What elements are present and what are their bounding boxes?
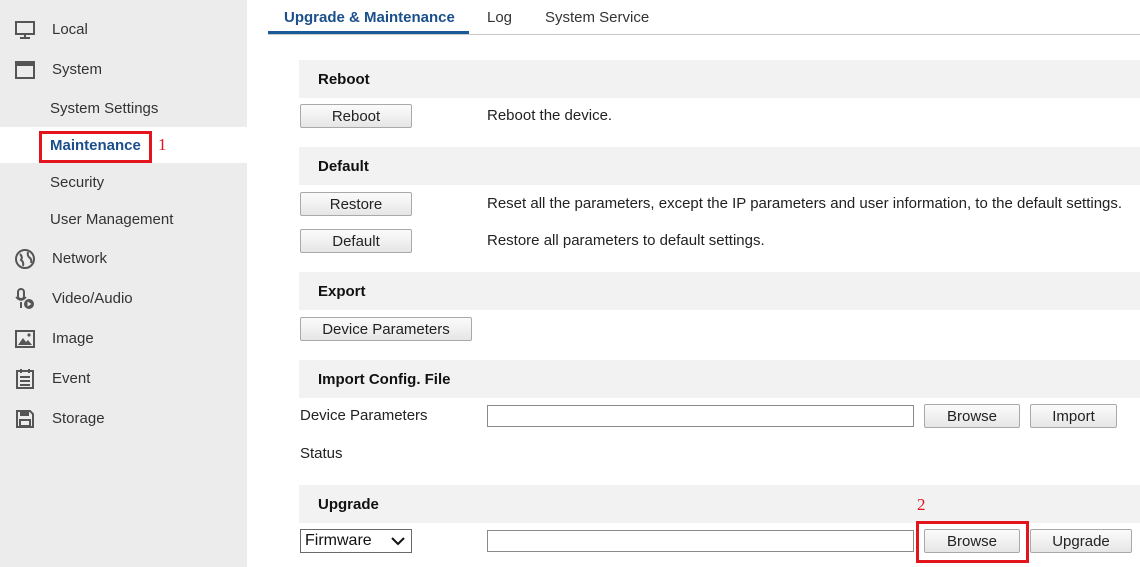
- sidebar-subitem-label: Security: [50, 173, 105, 191]
- globe-icon: [14, 248, 36, 270]
- monitor-icon: [14, 19, 36, 41]
- import-button[interactable]: Import: [1030, 404, 1117, 428]
- default-button[interactable]: Default: [300, 229, 412, 253]
- floppy-disk-icon: [14, 408, 36, 430]
- sidebar-item-network[interactable]: Network: [0, 240, 247, 276]
- restore-description: Reset all the parameters, except the IP …: [487, 195, 1123, 212]
- reboot-description: Reboot the device.: [487, 107, 613, 124]
- reboot-button[interactable]: Reboot: [300, 104, 412, 128]
- annotation-number-2: 2: [917, 495, 926, 514]
- microphone-camera-icon: [14, 288, 36, 310]
- sidebar-item-label: Image: [52, 329, 94, 347]
- sidebar-subitem-system-settings[interactable]: System Settings: [0, 90, 247, 126]
- image-icon: [14, 328, 36, 350]
- sidebar-subitem-user-management[interactable]: User Management: [0, 201, 247, 237]
- sidebar-subitem-label: System Settings: [50, 99, 159, 117]
- chevron-down-icon: [391, 537, 405, 546]
- tab-upgrade-maintenance[interactable]: Upgrade & Maintenance: [284, 0, 455, 34]
- section-title-import-config: Import Config. File: [299, 360, 1140, 398]
- sidebar-item-label: Event: [52, 369, 91, 387]
- section-title-reboot: Reboot: [299, 60, 1140, 98]
- sidebar-item-label: Network: [52, 249, 108, 267]
- import-file-path-input[interactable]: [487, 405, 914, 427]
- sidebar-item-label: Video/Audio: [52, 289, 133, 307]
- annotation-number-1: 1: [158, 135, 167, 154]
- sidebar-subitem-security[interactable]: Security: [0, 164, 247, 200]
- import-status-label: Status: [300, 445, 343, 462]
- export-device-parameters-button[interactable]: Device Parameters: [300, 317, 472, 341]
- upgrade-type-selected-value: Firmware: [305, 532, 372, 549]
- annotation-box-2: [916, 521, 1029, 563]
- window-icon: [14, 59, 36, 81]
- sidebar-item-storage[interactable]: Storage: [0, 400, 247, 436]
- import-device-parameters-label: Device Parameters: [300, 407, 428, 424]
- sidebar-item-local[interactable]: Local: [0, 11, 247, 47]
- sidebar-item-label: Storage: [52, 409, 105, 427]
- tab-log[interactable]: Log: [487, 0, 512, 34]
- annotation-box-1: [39, 131, 152, 163]
- sidebar-item-video-audio[interactable]: Video/Audio: [0, 280, 247, 316]
- restore-button[interactable]: Restore: [300, 192, 412, 216]
- calendar-icon: [14, 368, 36, 390]
- import-browse-button[interactable]: Browse: [924, 404, 1020, 428]
- sidebar-item-system[interactable]: System: [0, 51, 247, 87]
- default-description: Restore all parameters to default settin…: [487, 232, 765, 249]
- section-title-export: Export: [299, 272, 1140, 310]
- tab-bar-divider: [268, 34, 1140, 35]
- upgrade-button[interactable]: Upgrade: [1030, 529, 1132, 553]
- sidebar-item-label: Local: [52, 20, 88, 38]
- sidebar: Local System System Settings Maintenance…: [0, 0, 247, 567]
- sidebar-item-event[interactable]: Event: [0, 360, 247, 396]
- tab-system-service[interactable]: System Service: [545, 0, 649, 34]
- sidebar-subitem-label: User Management: [50, 210, 174, 228]
- section-title-upgrade: Upgrade: [299, 485, 1140, 523]
- upgrade-type-select[interactable]: Firmware: [300, 529, 412, 553]
- upgrade-file-path-input[interactable]: [487, 530, 914, 552]
- sidebar-item-label: System: [52, 60, 103, 78]
- section-title-default: Default: [299, 147, 1140, 185]
- sidebar-item-image[interactable]: Image: [0, 320, 247, 356]
